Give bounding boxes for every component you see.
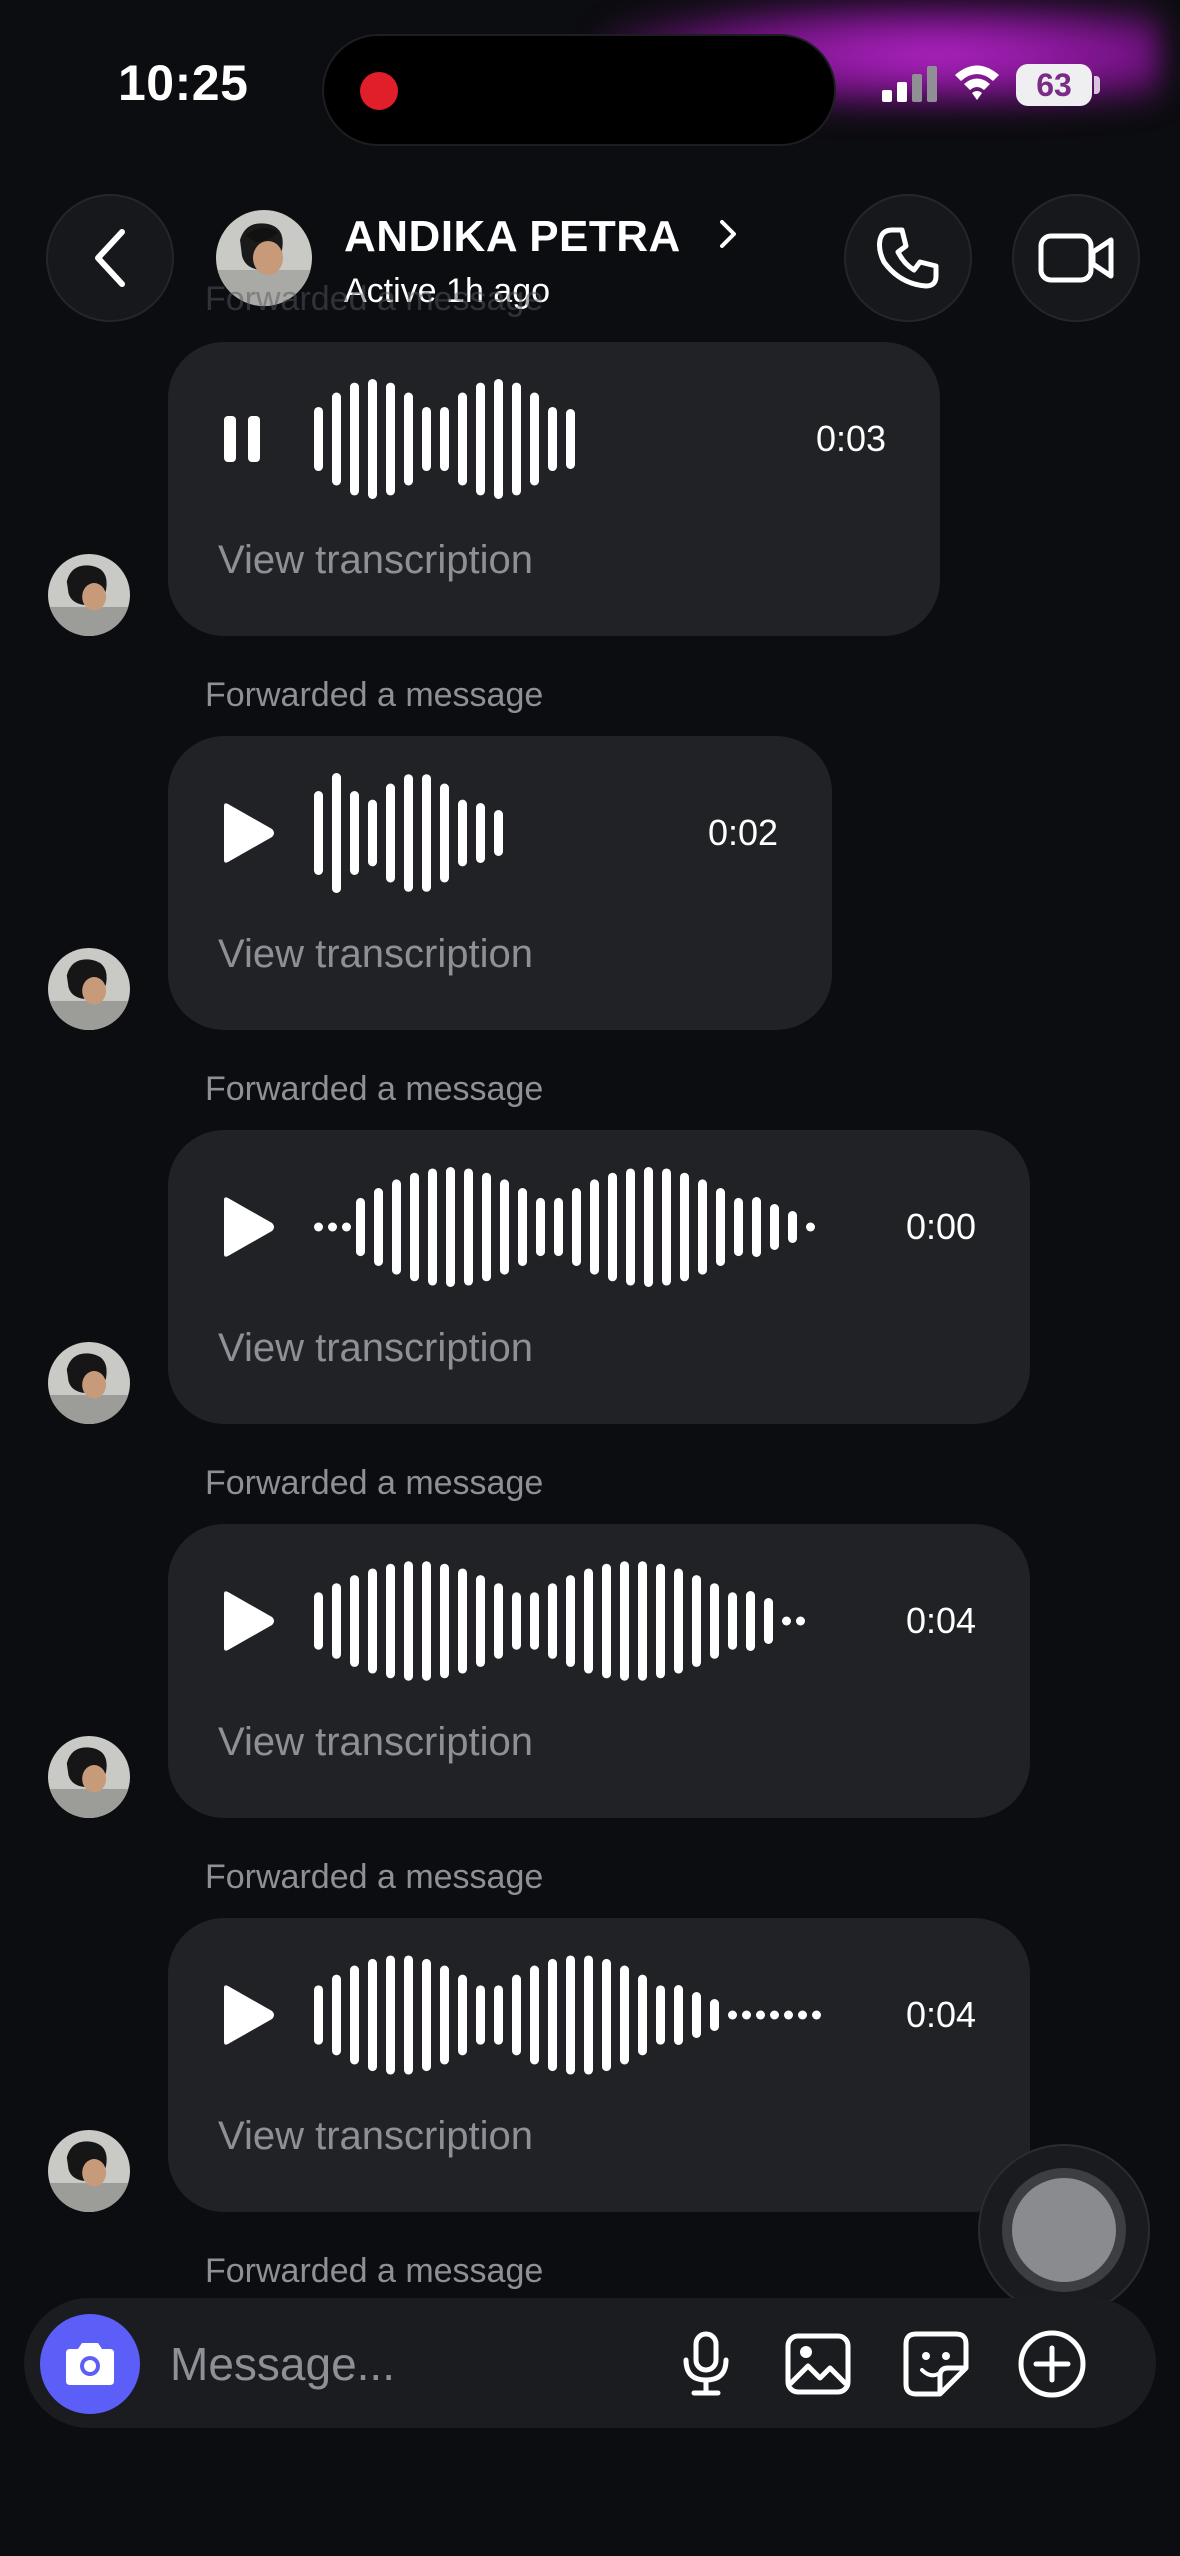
waveform[interactable] [308, 1950, 868, 2080]
avatar-image [48, 948, 130, 1030]
view-transcription-link[interactable]: View transcription [218, 1720, 533, 1765]
pause-icon[interactable] [210, 404, 280, 474]
play-icon[interactable] [210, 1192, 280, 1262]
play-icon[interactable] [210, 1586, 280, 1656]
recording-dot-icon [360, 72, 398, 110]
sticker-icon [903, 2331, 969, 2397]
forwarded-label: Forwarded a message [205, 1858, 544, 1896]
assistive-touch-button[interactable] [978, 2144, 1150, 2316]
chevron-left-icon [95, 229, 125, 287]
voice-message-bubble[interactable]: 0:04 View transcription [168, 1918, 1030, 2212]
sender-avatar[interactable] [48, 554, 130, 636]
dynamic-island [322, 34, 836, 146]
forwarded-label: Forwarded a message [205, 2252, 544, 2290]
video-call-button[interactable] [1012, 194, 1140, 322]
wifi-icon [955, 65, 999, 100]
more-options-button[interactable] [1016, 2328, 1088, 2400]
microphone-icon [683, 2331, 729, 2396]
waveform[interactable] [308, 1162, 868, 1292]
waveform[interactable] [308, 374, 768, 504]
gallery-icon [785, 2333, 851, 2395]
forwarded-label: Forwarded a message [205, 1464, 544, 1502]
play-icon[interactable] [210, 798, 280, 868]
play-icon[interactable] [210, 1980, 280, 2050]
sender-avatar[interactable] [48, 1342, 130, 1424]
voice-duration: 0:04 [906, 1994, 977, 2035]
voice-message-bubble[interactable]: 0:00 View transcription [168, 1130, 1030, 1424]
view-transcription-link[interactable]: View transcription [218, 1326, 533, 1371]
microphone-button[interactable] [670, 2328, 742, 2400]
voice-message-bubble[interactable]: 0:02 View transcription [168, 736, 832, 1030]
voice-duration: 0:03 [816, 418, 887, 459]
back-button[interactable] [46, 194, 174, 322]
waveform[interactable] [308, 1556, 868, 1686]
battery-indicator: 63 [1016, 64, 1092, 106]
forwarded-label: Forwarded a message [205, 676, 544, 714]
view-transcription-link[interactable]: View transcription [218, 538, 533, 583]
forwarded-label: Forwarded a message [205, 1070, 544, 1108]
chevron-right-icon[interactable] [716, 216, 740, 252]
phone-icon [877, 227, 939, 289]
cellular-signal-icon [882, 66, 937, 102]
sender-avatar[interactable] [48, 948, 130, 1030]
voice-message-bubble[interactable]: 0:04 View transcription [168, 1524, 1030, 1818]
voice-call-button[interactable] [844, 194, 972, 322]
avatar-image [48, 2130, 130, 2212]
sender-avatar[interactable] [48, 2130, 130, 2212]
battery-tip [1094, 76, 1100, 94]
avatar-image [48, 1342, 130, 1424]
sender-avatar[interactable] [48, 1736, 130, 1818]
view-transcription-link[interactable]: View transcription [218, 932, 533, 977]
assistive-touch-inner [1012, 2178, 1116, 2282]
voice-duration: 0:02 [708, 812, 779, 853]
camera-button[interactable] [40, 2314, 140, 2414]
plus-circle-icon [1018, 2330, 1086, 2398]
message-input[interactable] [168, 2328, 652, 2400]
chat-header: ANDIKA PETRA Active 1h ago [0, 190, 1180, 330]
video-camera-icon [1038, 233, 1114, 283]
camera-icon [66, 2343, 114, 2385]
view-transcription-link[interactable]: View transcription [218, 2114, 533, 2159]
waveform[interactable] [308, 768, 668, 898]
scrolled-forwarded-label: Forwarded a message [205, 280, 544, 318]
avatar-image [48, 1736, 130, 1818]
gallery-button[interactable] [782, 2328, 854, 2400]
message-composer [24, 2298, 1156, 2428]
avatar-image [48, 554, 130, 636]
status-time: 10:25 [118, 55, 249, 111]
contact-name[interactable]: ANDIKA PETRA [344, 212, 681, 262]
status-bar: 10:25 63 [0, 0, 1180, 150]
voice-duration: 0:04 [906, 1600, 977, 1641]
sticker-button[interactable] [900, 2328, 972, 2400]
voice-duration: 0:00 [906, 1206, 977, 1247]
voice-message-bubble[interactable]: 0:03 View transcription [168, 342, 940, 636]
